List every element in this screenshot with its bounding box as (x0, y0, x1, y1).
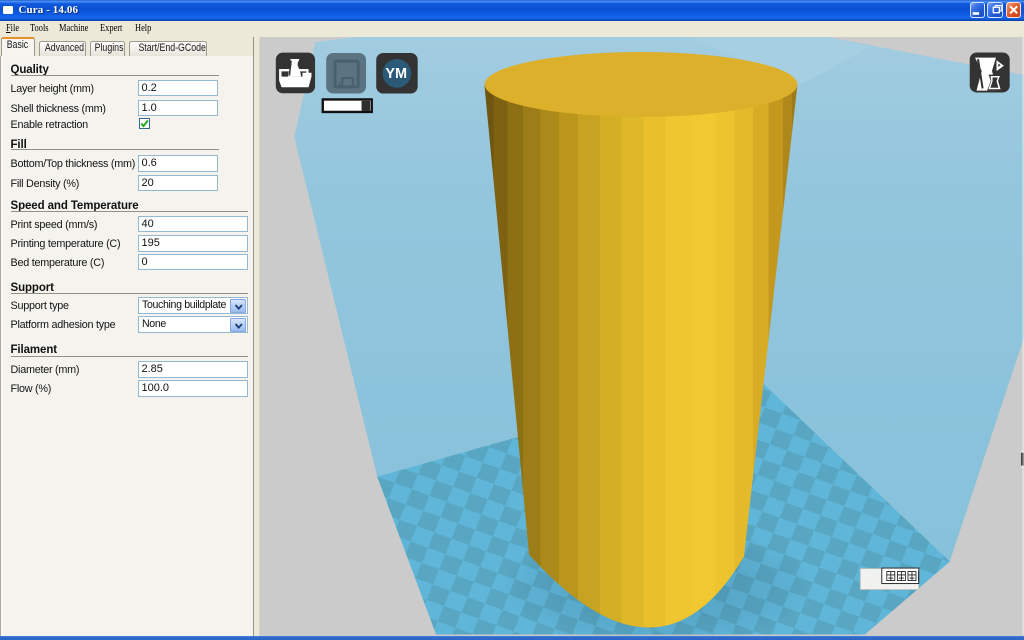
svg-text:YM: YM (385, 65, 407, 81)
